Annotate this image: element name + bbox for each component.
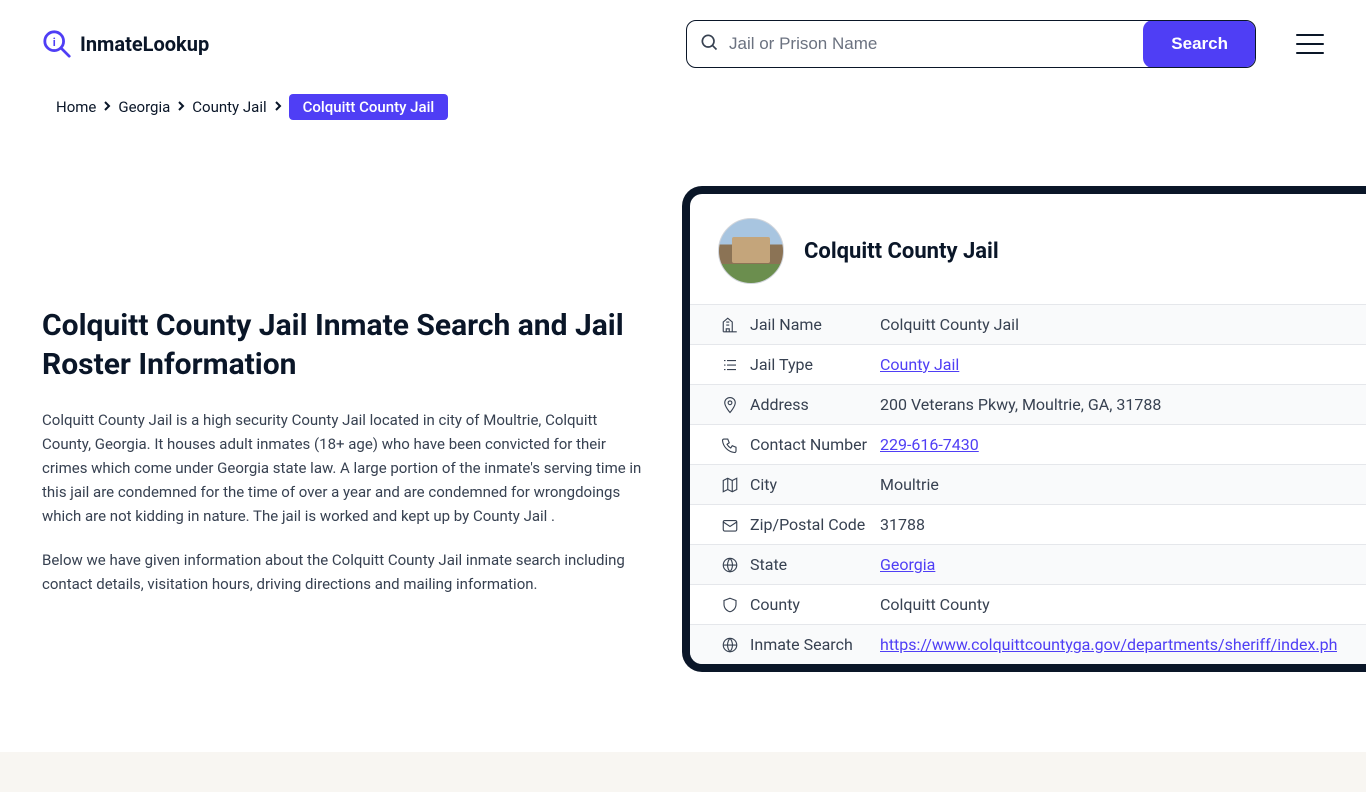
chevron-right-icon	[102, 100, 112, 114]
globe2-icon	[718, 636, 742, 654]
page-title: Colquitt County Jail Inmate Search and J…	[42, 306, 642, 384]
footer-bar	[0, 752, 1366, 792]
info-link[interactable]: 229-616-7430	[880, 435, 1338, 454]
page-description-1: Colquitt County Jail is a high security …	[42, 408, 642, 528]
breadcrumb-home[interactable]: Home	[56, 98, 96, 116]
info-row: CountyColquitt County	[690, 584, 1366, 624]
info-link[interactable]: https://www.colquittcountyga.gov/departm…	[880, 635, 1338, 654]
info-value: 200 Veterans Pkwy, Moultrie, GA, 31788	[880, 395, 1338, 414]
list-icon	[718, 356, 742, 374]
svg-text:i: i	[53, 36, 56, 49]
phone-icon	[718, 436, 742, 454]
info-label: Jail Type	[750, 355, 880, 374]
info-row: Address200 Veterans Pkwy, Moultrie, GA, …	[690, 384, 1366, 424]
globe-icon	[718, 556, 742, 574]
card-title: Colquitt County Jail	[804, 239, 999, 264]
info-label: Address	[750, 395, 880, 414]
info-label: Jail Name	[750, 315, 880, 334]
info-value: Moultrie	[880, 475, 1338, 494]
info-label: County	[750, 595, 880, 614]
search-container: Search	[686, 20, 1256, 68]
search-icon	[699, 32, 719, 56]
info-value: Colquitt County	[880, 595, 1338, 614]
chevron-right-icon	[176, 100, 186, 114]
breadcrumb: Home Georgia County Jail Colquitt County…	[0, 88, 1366, 126]
info-label: Zip/Postal Code	[750, 515, 880, 534]
info-label: Inmate Search	[750, 635, 880, 654]
breadcrumb-current: Colquitt County Jail	[289, 94, 449, 120]
logo-text: InmateLookup	[80, 32, 209, 56]
site-logo[interactable]: i InmateLookup	[42, 29, 209, 59]
info-value: 31788	[880, 515, 1338, 534]
info-link[interactable]: County Jail	[880, 355, 1338, 374]
map-icon	[718, 476, 742, 494]
info-row: Contact Number229-616-7430	[690, 424, 1366, 464]
info-row: StateGeorgia	[690, 544, 1366, 584]
info-value: Colquitt County Jail	[880, 315, 1338, 334]
info-row: Jail NameColquitt County Jail	[690, 304, 1366, 344]
info-row: Zip/Postal Code31788	[690, 504, 1366, 544]
envelope-icon	[718, 516, 742, 534]
menu-icon[interactable]	[1296, 34, 1324, 54]
shield-icon	[718, 596, 742, 614]
info-label: City	[750, 475, 880, 494]
breadcrumb-type[interactable]: County Jail	[192, 98, 266, 116]
logo-icon: i	[42, 29, 72, 59]
page-description-2: Below we have given information about th…	[42, 548, 642, 596]
info-row: Inmate Searchhttps://www.colquittcountyg…	[690, 624, 1366, 664]
info-link[interactable]: Georgia	[880, 555, 1338, 574]
chevron-right-icon	[273, 100, 283, 114]
pin-icon	[718, 396, 742, 414]
breadcrumb-state[interactable]: Georgia	[118, 98, 170, 116]
info-label: Contact Number	[750, 435, 880, 454]
avatar	[718, 218, 784, 284]
search-input[interactable]	[729, 22, 1132, 66]
info-row: Jail TypeCounty Jail	[690, 344, 1366, 384]
building-icon	[718, 316, 742, 334]
info-card: Colquitt County Jail Jail NameColquitt C…	[682, 186, 1366, 672]
info-label: State	[750, 555, 880, 574]
info-row: CityMoultrie	[690, 464, 1366, 504]
search-button[interactable]: Search	[1143, 20, 1256, 68]
